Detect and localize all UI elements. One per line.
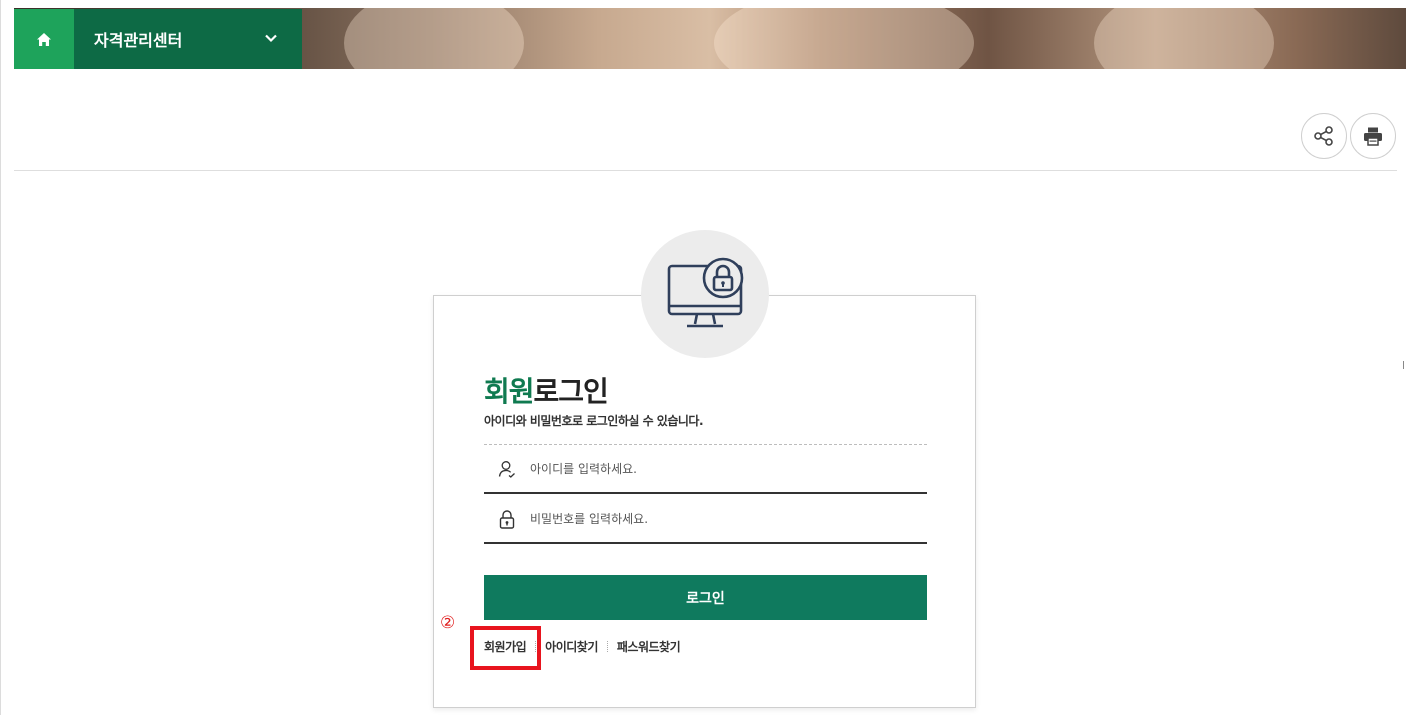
- share-icon: [1314, 126, 1333, 146]
- link-separator: [606, 641, 608, 652]
- annotation-highlight-box: [470, 626, 541, 670]
- edge-mark: [1403, 361, 1407, 369]
- home-button[interactable]: [14, 9, 74, 69]
- home-icon: [37, 32, 51, 46]
- login-title-accent: 회원: [484, 375, 535, 408]
- dashed-divider: [484, 444, 927, 445]
- login-title-rest: 로그인: [533, 375, 609, 408]
- header-divider: [14, 170, 1397, 171]
- password-field: [484, 496, 927, 544]
- monitor-lock-badge: [641, 230, 769, 358]
- section-label: 자격관리센터: [94, 31, 183, 50]
- id-field: [484, 446, 927, 494]
- banner-glow: [344, 8, 524, 69]
- login-title: 회원로그인: [484, 370, 609, 410]
- find-id-link[interactable]: 아이디찾기: [545, 638, 598, 655]
- banner-glow: [714, 8, 974, 69]
- login-button[interactable]: 로그인: [484, 575, 927, 620]
- login-subtitle: 아이디와 비밀번호로 로그인하실 수 있습니다.: [484, 414, 704, 428]
- find-password-link[interactable]: 패스워드찾기: [617, 638, 681, 655]
- print-icon: [1364, 127, 1382, 146]
- monitor-lock-icon: [667, 257, 744, 328]
- annotation-step-number: ②: [440, 613, 456, 633]
- section-dropdown[interactable]: 자격관리센터: [74, 9, 302, 69]
- chevron-down-icon: [265, 34, 277, 43]
- banner-glow: [1094, 8, 1274, 69]
- print-button[interactable]: [1350, 113, 1396, 159]
- user-icon: [484, 460, 530, 478]
- lock-icon: [484, 509, 530, 529]
- password-input[interactable]: [530, 512, 910, 526]
- id-input[interactable]: [530, 462, 910, 476]
- share-button[interactable]: [1301, 113, 1347, 159]
